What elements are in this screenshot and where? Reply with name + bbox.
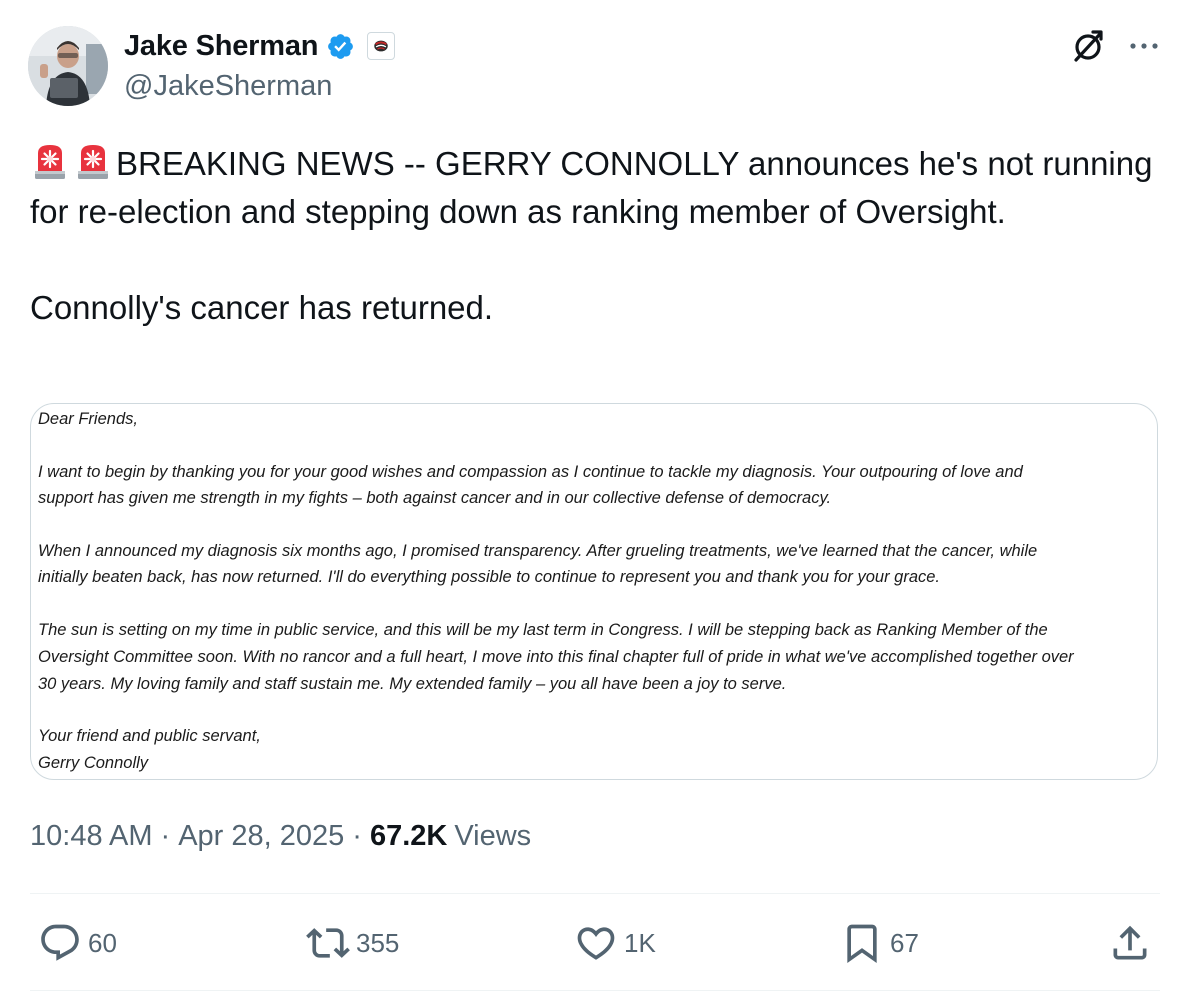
meta-separator: · bbox=[160, 820, 171, 852]
bookmark-icon bbox=[847, 924, 877, 964]
tweet-date[interactable]: Apr 28, 2025 bbox=[178, 820, 344, 853]
letter-closing: Your friend and public servant, bbox=[38, 727, 261, 745]
affiliate-logo-icon bbox=[374, 40, 389, 52]
repost-icon bbox=[306, 928, 350, 958]
police-car-light-emoji bbox=[35, 145, 65, 179]
divider bbox=[30, 990, 1160, 991]
tweet-meta: 10:48 AM · Apr 28, 2025 · 67.2K Views bbox=[30, 820, 531, 853]
divider bbox=[30, 893, 1160, 894]
letter-para3-line2: Oversight Committee soon. With no rancor… bbox=[38, 648, 1074, 666]
police-car-light-emoji bbox=[78, 145, 108, 179]
more-options-icon[interactable] bbox=[1124, 26, 1164, 66]
letter-para3-line3: 30 years. My loving family and staff sus… bbox=[38, 675, 787, 693]
letter-para2-line1: When I announced my diagnosis six months… bbox=[38, 542, 1038, 560]
letter-para2-line2: initially beaten back, has now returned.… bbox=[38, 568, 941, 586]
affiliate-badge-icon[interactable] bbox=[367, 32, 396, 60]
letter-para1-line1: I want to begin by thanking you for your… bbox=[38, 463, 1023, 481]
bookmark-button[interactable]: 67 bbox=[840, 920, 919, 966]
letter-para3-line1: The sun is setting on my time in public … bbox=[38, 621, 1048, 639]
tweet-text: BREAKING NEWS -- GERRY CONNOLLY announce… bbox=[30, 140, 1160, 332]
repost-count: 355 bbox=[356, 927, 400, 958]
avatar[interactable] bbox=[28, 26, 108, 106]
letter-salutation: Dear Friends, bbox=[38, 410, 138, 428]
author-display-name[interactable]: Jake Sherman bbox=[124, 30, 318, 63]
avatar-photo bbox=[28, 26, 108, 106]
tweet-body: BREAKING NEWS -- GERRY CONNOLLY announce… bbox=[30, 145, 1153, 326]
reply-count: 60 bbox=[88, 927, 117, 958]
grok-icon[interactable] bbox=[1068, 26, 1108, 66]
like-button[interactable]: 1K bbox=[574, 920, 656, 966]
author-handle[interactable]: @JakeSherman bbox=[124, 70, 332, 103]
meta-separator: · bbox=[352, 820, 362, 852]
share-icon bbox=[1113, 925, 1147, 960]
attached-letter-image[interactable]: Dear Friends, I want to begin by thankin… bbox=[30, 403, 1158, 780]
share-button[interactable] bbox=[1108, 920, 1152, 966]
heart-icon bbox=[577, 927, 615, 960]
repost-button[interactable]: 355 bbox=[306, 920, 399, 966]
views-count: 67.2K bbox=[369, 820, 448, 852]
tweet-time[interactable]: 10:48 AM bbox=[30, 820, 153, 853]
like-count: 1K bbox=[624, 927, 656, 958]
action-bar: 60 355 1K 67 bbox=[0, 920, 1196, 966]
views-label: Views bbox=[454, 820, 532, 852]
reply-button[interactable]: 60 bbox=[38, 920, 117, 966]
letter-para1-line2: support has given me strength in my figh… bbox=[38, 489, 832, 507]
reply-icon bbox=[41, 924, 79, 961]
author-name-row: Jake Sherman bbox=[124, 28, 396, 64]
verified-badge-icon[interactable] bbox=[326, 32, 355, 61]
letter-signature: Gerry Connolly bbox=[38, 754, 149, 772]
bookmark-count: 67 bbox=[890, 927, 919, 958]
